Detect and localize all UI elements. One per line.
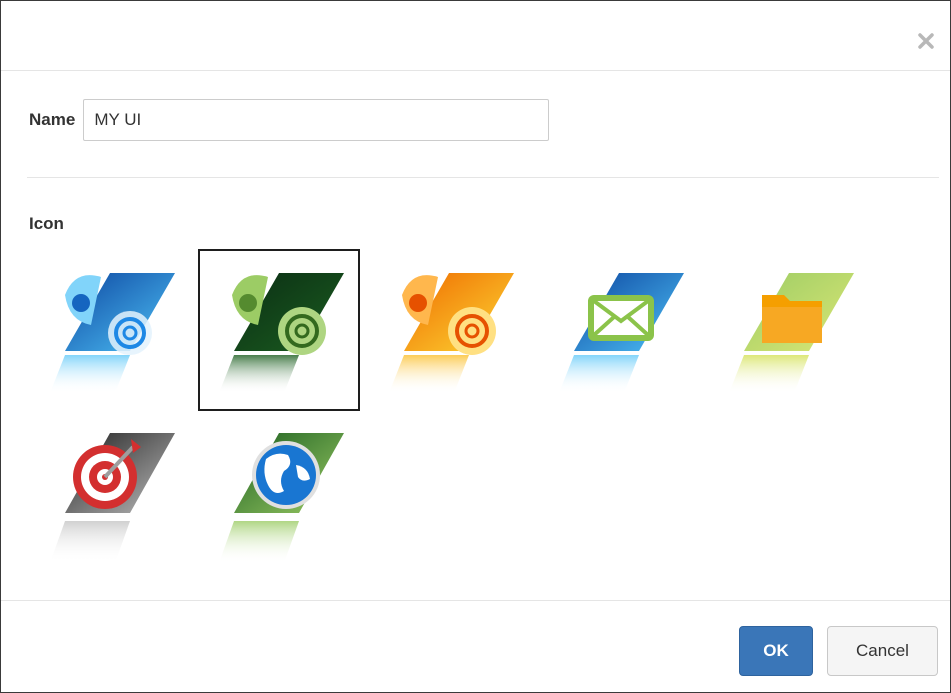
envelope-icon: [559, 273, 684, 393]
orange-shell-icon: [389, 273, 514, 393]
globe-icon: [219, 433, 344, 563]
icon-option-green-shell[interactable]: [198, 249, 360, 411]
dialog-footer: OK Cancel: [1, 600, 950, 693]
icon-option-globe[interactable]: [198, 419, 360, 581]
icon-option-target[interactable]: [29, 419, 191, 581]
icon-option-mail[interactable]: [538, 249, 700, 411]
icon-section-label: Icon: [29, 214, 64, 233]
blue-shell-icon: [50, 273, 175, 393]
folder-icon: [729, 273, 854, 393]
icon-option-orange-shell[interactable]: [368, 249, 530, 411]
close-icon: [918, 33, 934, 49]
icon-option-blue-shell[interactable]: [29, 249, 191, 411]
name-row: Name: [29, 97, 550, 143]
icon-option-folder[interactable]: [708, 249, 870, 411]
dialog: Name Icon: [0, 0, 951, 693]
name-input[interactable]: [83, 99, 550, 141]
cancel-button[interactable]: Cancel: [827, 626, 938, 676]
close-button[interactable]: [912, 27, 940, 55]
name-label: Name: [29, 110, 76, 129]
green-shell-icon: [219, 273, 344, 393]
target-icon: [50, 433, 175, 563]
ok-button[interactable]: OK: [739, 626, 813, 676]
dialog-header: [1, 1, 950, 71]
divider: [27, 177, 939, 178]
